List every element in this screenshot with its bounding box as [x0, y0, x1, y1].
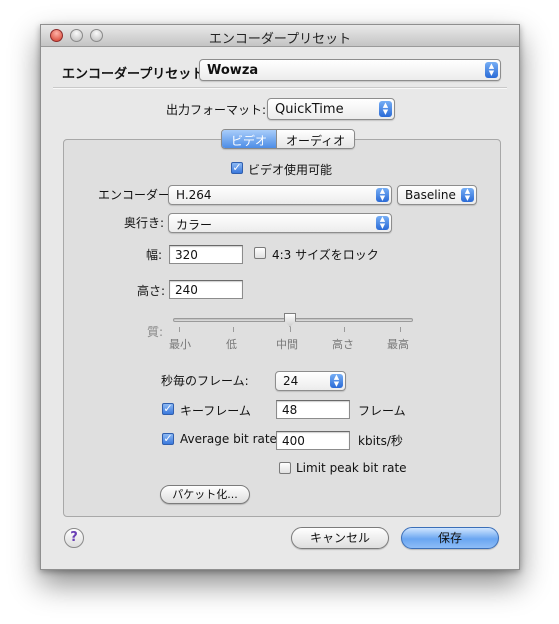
quality-tick-label-low: 低 — [226, 338, 237, 351]
popup-arrows-icon: ▲ ▼ — [330, 374, 343, 388]
keyframe-label: キーフレーム — [180, 404, 251, 418]
encoder-value: H.264 — [176, 188, 212, 202]
encoder-select[interactable]: H.264 ▲ ▼ — [168, 185, 392, 205]
profile-value: Baseline — [405, 188, 456, 202]
output-format-label: 出力フォーマット: — [166, 103, 267, 117]
width-label: 幅: — [146, 248, 163, 262]
header-separator — [53, 87, 507, 89]
save-button[interactable]: 保存 — [401, 527, 499, 549]
window-title: エンコーダープリセット — [208, 32, 352, 47]
fps-value: 24 — [283, 374, 299, 388]
bitrate-value: 400 — [282, 434, 305, 448]
encoder-preset-window: エンコーダープリセット エンコーダープリセット: Wowza ▲ ▼ 出力フォーマ… — [40, 24, 520, 570]
preset-label: エンコーダープリセット: — [62, 67, 210, 82]
quality-tick — [233, 327, 234, 332]
output-format-select[interactable]: QuickTime ▲ ▼ — [267, 98, 395, 120]
popup-arrows-icon: ▲ ▼ — [485, 62, 498, 78]
cancel-button[interactable]: キャンセル — [291, 527, 389, 549]
popup-arrows-icon: ▲ ▼ — [376, 216, 389, 230]
profile-select[interactable]: Baseline ▲ ▼ — [397, 185, 477, 205]
title-bar: エンコーダープリセット — [41, 25, 519, 47]
keyframe-field[interactable]: 48 — [276, 400, 350, 419]
keyframe-value: 48 — [282, 403, 298, 417]
fps-label: 秒毎のフレーム: — [161, 374, 249, 388]
keyframe-unit: フレーム — [358, 404, 406, 418]
depth-label: 奥行き: — [124, 216, 165, 230]
quality-tick — [344, 327, 345, 332]
popup-arrows-icon: ▲ ▼ — [376, 188, 389, 202]
bitrate-label: Average bit rate: — [180, 432, 281, 446]
bitrate-field[interactable]: 400 — [276, 431, 350, 450]
bitrate-unit: kbits/秒 — [358, 434, 403, 448]
lock-ratio-label: 4:3 サイズをロック — [272, 248, 379, 262]
encoder-label: エンコーダー: — [98, 188, 175, 202]
video-enable-label: ビデオ使用可能 — [248, 163, 333, 177]
preset-value: Wowza — [207, 63, 259, 78]
quality-tick-label-min: 最小 — [169, 338, 191, 351]
preset-select[interactable]: Wowza ▲ ▼ — [199, 59, 501, 81]
depth-value: カラー — [176, 218, 213, 232]
height-field[interactable]: 240 — [169, 280, 243, 299]
quality-tick — [179, 327, 180, 332]
packetize-button[interactable]: パケット化... — [160, 485, 250, 504]
quality-tick-label-medium: 中間 — [276, 338, 298, 351]
popup-arrows-icon: ▲ ▼ — [379, 101, 392, 117]
quality-tick-label-high: 高さ — [332, 338, 354, 351]
quality-label: 質: — [147, 325, 164, 339]
quality-tick — [400, 327, 401, 332]
limit-peak-checkbox[interactable] — [279, 462, 291, 474]
popup-arrows-icon: ▲ ▼ — [461, 188, 474, 202]
help-button[interactable]: ? — [64, 528, 84, 548]
depth-select[interactable]: カラー ▲ ▼ — [168, 213, 392, 233]
tab-audio[interactable]: オーディオ — [276, 130, 355, 148]
quality-tick-label-max: 最高 — [387, 338, 409, 351]
tab-bar: ビデオ オーディオ — [221, 129, 356, 149]
video-enable-checkbox[interactable]: ✓ — [231, 162, 243, 174]
tab-video[interactable]: ビデオ — [222, 130, 277, 148]
lock-ratio-checkbox[interactable] — [254, 247, 266, 259]
width-value: 320 — [175, 248, 198, 262]
limit-peak-label: Limit peak bit rate — [296, 461, 407, 475]
bitrate-checkbox[interactable]: ✓ — [162, 433, 174, 445]
height-value: 240 — [175, 283, 198, 297]
width-field[interactable]: 320 — [169, 245, 243, 264]
output-format-value: QuickTime — [275, 102, 344, 117]
keyframe-checkbox[interactable]: ✓ — [162, 403, 174, 415]
height-label: 高さ: — [137, 284, 166, 298]
fps-select[interactable]: 24 ▲ ▼ — [275, 371, 346, 391]
quality-tick — [290, 327, 291, 332]
